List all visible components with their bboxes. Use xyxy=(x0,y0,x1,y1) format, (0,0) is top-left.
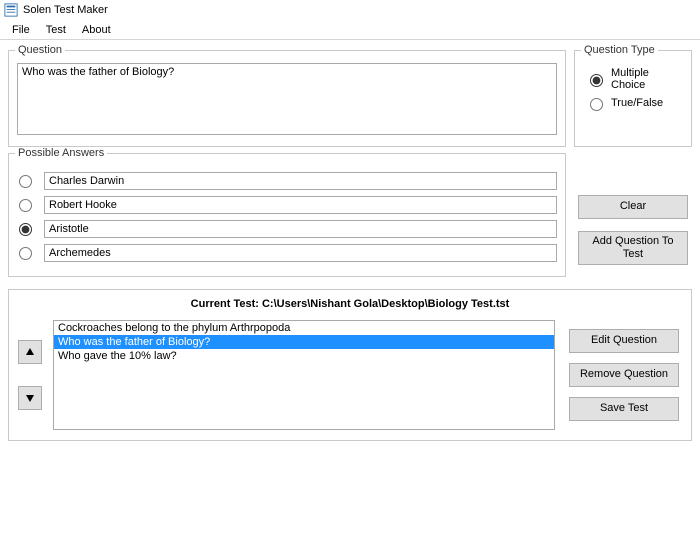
question-group: Question Who was the father of Biology? xyxy=(8,50,566,147)
answer-row-2 xyxy=(17,220,557,238)
answer-input-1[interactable] xyxy=(44,196,557,214)
menu-file[interactable]: File xyxy=(4,22,38,38)
current-test-buttons: Edit Question Remove Question Save Test xyxy=(565,320,683,430)
current-test-title: Current Test: C:\Users\Nishant Gola\Desk… xyxy=(17,298,683,310)
menu-about[interactable]: About xyxy=(74,22,119,38)
answer-radio-2[interactable] xyxy=(19,223,32,236)
question-legend: Question xyxy=(15,44,65,56)
arrow-column xyxy=(17,320,43,430)
titlebar: Solen Test Maker xyxy=(0,0,700,20)
current-test-path: C:\Users\Nishant Gola\Desktop\Biology Te… xyxy=(262,298,509,310)
move-down-button[interactable] xyxy=(18,386,42,410)
answers-legend: Possible Answers xyxy=(15,147,107,159)
list-item[interactable]: Who gave the 10% law? xyxy=(54,349,554,363)
question-type-group: Question Type Multiple Choice True/False xyxy=(574,50,692,147)
app-title: Solen Test Maker xyxy=(23,4,108,16)
list-item[interactable]: Cockroaches belong to the phylum Arthrpo… xyxy=(54,321,554,335)
clear-button[interactable]: Clear xyxy=(578,195,688,219)
menubar: File Test About xyxy=(0,20,700,40)
menu-test[interactable]: Test xyxy=(38,22,74,38)
current-test-group: Current Test: C:\Users\Nishant Gola\Desk… xyxy=(8,289,692,441)
questions-listbox[interactable]: Cockroaches belong to the phylum Arthrpo… xyxy=(53,320,555,430)
answer-row-0 xyxy=(17,172,557,190)
move-up-button[interactable] xyxy=(18,340,42,364)
radio-multiple-choice-input[interactable] xyxy=(590,74,603,87)
answer-radio-3[interactable] xyxy=(19,247,32,260)
radio-true-false[interactable]: True/False xyxy=(585,95,681,111)
answer-input-3[interactable] xyxy=(44,244,557,262)
arrow-down-icon xyxy=(25,393,35,403)
current-test-label-prefix: Current Test: xyxy=(191,298,262,310)
answer-row-3 xyxy=(17,244,557,262)
radio-true-false-label: True/False xyxy=(611,97,663,109)
remove-question-button[interactable]: Remove Question xyxy=(569,363,679,387)
question-textarea[interactable]: Who was the father of Biology? xyxy=(17,63,557,135)
answer-input-0[interactable] xyxy=(44,172,557,190)
save-test-button[interactable]: Save Test xyxy=(569,397,679,421)
answers-group: Possible Answers xyxy=(8,153,566,277)
answer-input-2[interactable] xyxy=(44,220,557,238)
answer-row-1 xyxy=(17,196,557,214)
radio-multiple-choice-label: Multiple Choice xyxy=(611,67,681,91)
app-icon xyxy=(4,3,18,17)
radio-true-false-input[interactable] xyxy=(590,98,603,111)
answer-radio-1[interactable] xyxy=(19,199,32,212)
arrow-up-icon xyxy=(25,347,35,357)
list-item[interactable]: Who was the father of Biology? xyxy=(54,335,554,349)
answer-radio-0[interactable] xyxy=(19,175,32,188)
side-buttons: Clear Add Question To Test xyxy=(574,147,692,277)
radio-multiple-choice[interactable]: Multiple Choice xyxy=(585,67,681,91)
question-type-legend: Question Type xyxy=(581,44,658,56)
add-question-button[interactable]: Add Question To Test xyxy=(578,231,688,265)
edit-question-button[interactable]: Edit Question xyxy=(569,329,679,353)
